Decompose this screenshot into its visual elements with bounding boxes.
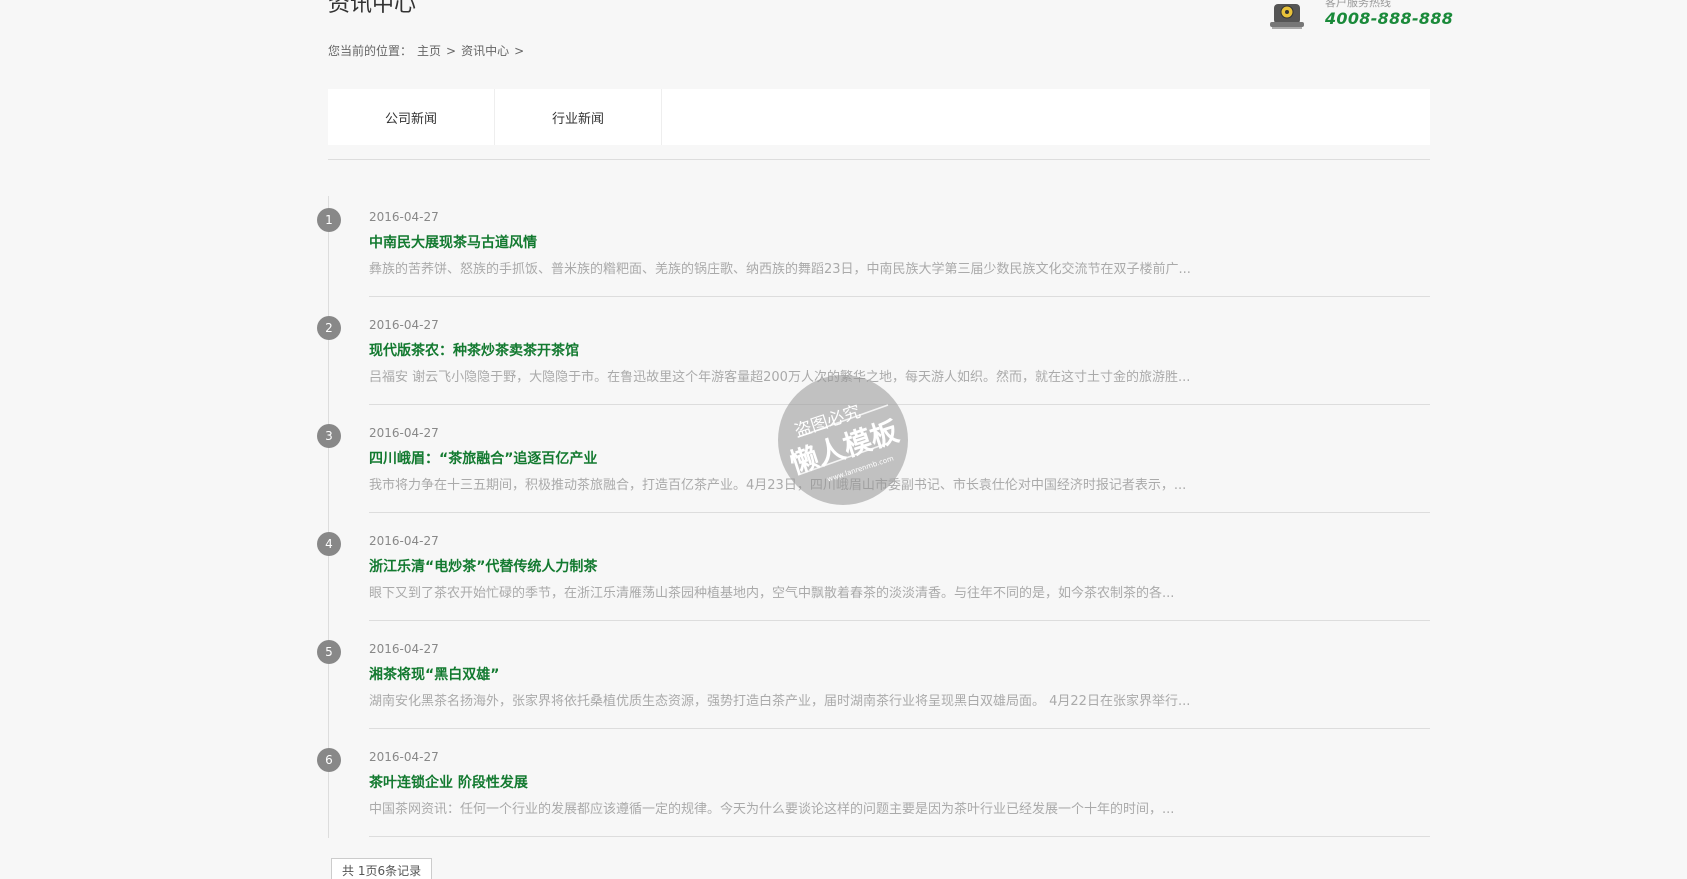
news-summary: 湖南安化黑茶名扬海外，张家界将依托桑植优质生态资源，强势打造白茶产业，届时湖南茶… xyxy=(369,694,1191,709)
breadcrumb-home-link[interactable]: 主页 xyxy=(417,44,441,58)
news-index-badge: 4 xyxy=(317,532,341,556)
news-index-badge: 5 xyxy=(317,640,341,664)
tabs-divider xyxy=(328,159,1430,160)
news-date: 2016-04-27 xyxy=(369,534,439,548)
hotline-number: 4008-888-888 xyxy=(1325,9,1454,28)
news-item: 6 2016-04-27 茶叶连锁企业 阶段性发展 中国茶网资讯：任何一个行业的… xyxy=(317,736,1430,844)
news-separator xyxy=(369,836,1430,837)
news-index-badge: 1 xyxy=(317,208,341,232)
news-summary: 彝族的苦荞饼、怒族的手抓饭、普米族的糌粑面、羌族的锅庄歌、纳西族的舞蹈23日，中… xyxy=(369,262,1191,277)
news-category-tabs: 公司新闻 行业新闻 xyxy=(328,89,1430,145)
breadcrumb: 您当前的位置： 主页 > 资讯中心 > xyxy=(328,42,529,59)
news-separator xyxy=(369,512,1430,513)
breadcrumb-separator: > xyxy=(446,44,457,58)
breadcrumb-news-center-link[interactable]: 资讯中心 xyxy=(461,44,509,58)
news-title-link[interactable]: 现代版茶农：种茶炒茶卖茶开茶馆 xyxy=(369,340,579,360)
news-title-link[interactable]: 四川峨眉：“茶旅融合”追逐百亿产业 xyxy=(369,448,597,468)
news-title-link[interactable]: 湘茶将现“黑白双雄” xyxy=(369,664,499,684)
news-item: 4 2016-04-27 浙江乐清“电炒茶”代替传统人力制茶 眼下又到了茶农开始… xyxy=(317,520,1430,628)
breadcrumb-prefix: 您当前的位置： xyxy=(328,44,413,58)
pagination-info: 共 1页6条记录 xyxy=(331,858,433,879)
news-index-badge: 3 xyxy=(317,424,341,448)
news-index-badge: 6 xyxy=(317,748,341,772)
news-summary: 中国茶网资讯：任何一个行业的发展都应该遵循一定的规律。今天为什么要谈论这样的问题… xyxy=(369,802,1175,817)
page-title: 资讯中心 xyxy=(328,0,417,17)
news-date: 2016-04-27 xyxy=(369,318,439,332)
telephone-icon xyxy=(1260,0,1316,30)
tab-company-news[interactable]: 公司新闻 xyxy=(328,89,495,145)
news-title-link[interactable]: 浙江乐清“电炒茶”代替传统人力制茶 xyxy=(369,556,597,576)
tab-industry-news[interactable]: 行业新闻 xyxy=(495,89,662,145)
news-separator xyxy=(369,620,1430,621)
news-separator xyxy=(369,404,1430,405)
news-title-link[interactable]: 茶叶连锁企业 阶段性发展 xyxy=(369,772,528,792)
breadcrumb-separator: > xyxy=(514,44,525,58)
news-timeline: 1 2016-04-27 中南民大展现茶马古道风情 彝族的苦荞饼、怒族的手抓饭、… xyxy=(317,196,1430,844)
news-date: 2016-04-27 xyxy=(369,750,439,764)
news-separator xyxy=(369,296,1430,297)
news-item: 5 2016-04-27 湘茶将现“黑白双雄” 湖南安化黑茶名扬海外，张家界将依… xyxy=(317,628,1430,736)
news-index-badge: 2 xyxy=(317,316,341,340)
news-title-link[interactable]: 中南民大展现茶马古道风情 xyxy=(369,232,537,252)
news-date: 2016-04-27 xyxy=(369,426,439,440)
news-date: 2016-04-27 xyxy=(369,210,439,224)
news-summary: 眼下又到了茶农开始忙碌的季节，在浙江乐清雁荡山茶园种植基地内，空气中飘散着春茶的… xyxy=(369,586,1175,601)
watermark-seal: 盗图必究 懒人模板 www.lanrenmb.com xyxy=(778,375,908,505)
news-item: 1 2016-04-27 中南民大展现茶马古道风情 彝族的苦荞饼、怒族的手抓饭、… xyxy=(317,196,1430,304)
news-separator xyxy=(369,728,1430,729)
news-date: 2016-04-27 xyxy=(369,642,439,656)
